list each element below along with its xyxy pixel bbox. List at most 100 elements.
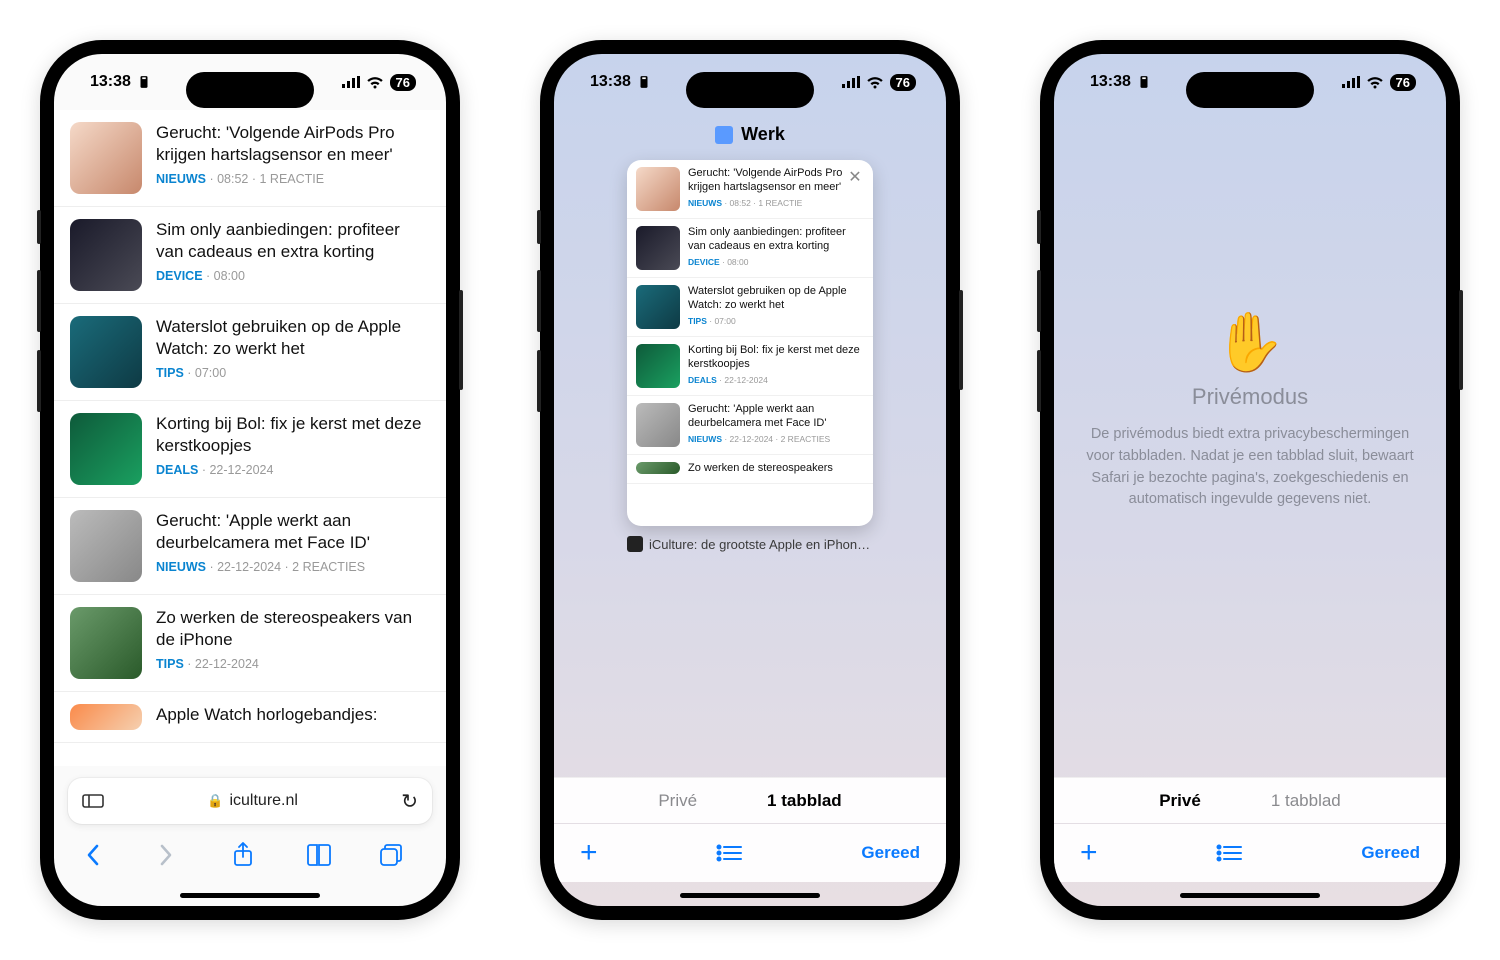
article-thumb [70, 122, 142, 194]
article-thumb [70, 704, 142, 730]
tab-caption: iCulture: de grootste Apple en iPhone... [627, 536, 873, 552]
hand-icon: ✋ [1082, 314, 1418, 372]
article-row[interactable]: Korting bij Bol: fix je kerst met deze k… [54, 401, 446, 498]
article-row[interactable]: Zo werken de stereospeakers van de iPhon… [54, 595, 446, 692]
mini-title: Zo werken de stereospeakers [688, 462, 864, 476]
mini-thumb [636, 344, 680, 388]
favicon [627, 536, 643, 552]
mini-thumb [636, 226, 680, 270]
mini-article-row: Korting bij Bol: fix je kerst met deze k… [627, 337, 873, 396]
article-title: Waterslot gebruiken op de Apple Watch: z… [156, 316, 430, 360]
article-row[interactable]: Gerucht: 'Apple werkt aan deurbelcamera … [54, 498, 446, 595]
mini-article-row: Zo werken de stereospeakers [627, 455, 873, 484]
dynamic-island [186, 72, 314, 108]
new-tab-icon[interactable]: + [1080, 838, 1098, 868]
tab-toolbar: + Gereed [554, 824, 946, 882]
article-title: Korting bij Bol: fix je kerst met deze k… [156, 413, 430, 457]
seg-tabs[interactable]: 1 tabblad [767, 791, 842, 811]
mini-article-row: Waterslot gebruiken op de Apple Watch: z… [627, 278, 873, 337]
focus-icon [137, 75, 151, 89]
seg-private[interactable]: Privé [1159, 791, 1201, 811]
article-thumb [70, 510, 142, 582]
wifi-icon [866, 76, 884, 89]
article-row[interactable]: Apple Watch horlogebandjes: [54, 692, 446, 743]
cellular-icon [1342, 76, 1360, 88]
status-time: 13:38 [590, 73, 631, 91]
article-meta: TIPS · 07:00 [156, 366, 430, 380]
home-indicator[interactable] [680, 893, 820, 898]
article-title: Gerucht: 'Apple werkt aan deurbelcamera … [156, 510, 430, 554]
tab-group-name[interactable]: Werk [554, 124, 946, 145]
article-thumb [70, 607, 142, 679]
done-button[interactable]: Gereed [1361, 843, 1420, 863]
tab-mode-seg: Privé 1 tabblad [1054, 777, 1446, 823]
private-mode-info: ✋ Privémodus De privémodus biedt extra p… [1054, 314, 1446, 511]
mini-title: Gerucht: 'Volgende AirPods Pro krijgen h… [688, 167, 864, 195]
mini-meta: NIEUWS · 22-12-2024 · 2 REACTIES [688, 434, 864, 444]
article-meta: NIEUWS · 22-12-2024 · 2 REACTIES [156, 560, 430, 574]
article-meta: NIEUWS · 08:52 · 1 REACTIE [156, 172, 430, 186]
status-battery: 76 [890, 74, 916, 91]
tab-group-icon [715, 126, 733, 144]
tab-mode-seg: Privé 1 tabblad [554, 777, 946, 823]
status-battery: 76 [1390, 74, 1416, 91]
close-tab-icon[interactable]: ✕ [845, 168, 865, 188]
mini-meta: DEALS · 22-12-2024 [688, 375, 864, 385]
mini-article-row: Gerucht: 'Apple werkt aan deurbelcamera … [627, 396, 873, 455]
mini-thumb [636, 285, 680, 329]
tab-list-icon[interactable] [1216, 844, 1242, 862]
page-settings-icon[interactable] [82, 793, 104, 809]
url-bar[interactable]: 🔒iculture.nl ↻ [68, 778, 432, 824]
article-list[interactable]: Gerucht: 'Volgende AirPods Pro krijgen h… [54, 110, 446, 766]
mini-thumb [636, 403, 680, 447]
article-row[interactable]: Gerucht: 'Volgende AirPods Pro krijgen h… [54, 110, 446, 207]
wifi-icon [1366, 76, 1384, 89]
cellular-icon [842, 76, 860, 88]
tabs-icon[interactable] [379, 843, 415, 867]
article-meta: DEVICE · 08:00 [156, 269, 430, 283]
seg-private[interactable]: Privé [658, 791, 697, 811]
article-thumb [70, 316, 142, 388]
article-meta: DEALS · 22-12-2024 [156, 463, 430, 477]
mini-article-row: Gerucht: 'Volgende AirPods Pro krijgen h… [627, 160, 873, 219]
tab-toolbar: + Gereed [1054, 824, 1446, 882]
phone-3: 13:38 76 ✋ Privémodus De privémodus bied… [1040, 40, 1460, 920]
article-row[interactable]: Sim only aanbiedingen: profiteer van cad… [54, 207, 446, 304]
home-indicator[interactable] [1180, 893, 1320, 898]
tab-list-icon[interactable] [716, 844, 742, 862]
mini-meta: DEVICE · 08:00 [688, 257, 864, 267]
mini-thumb [636, 462, 680, 474]
mini-meta: TIPS · 07:00 [688, 316, 864, 326]
mini-title: Korting bij Bol: fix je kerst met deze k… [688, 344, 864, 372]
done-button[interactable]: Gereed [861, 843, 920, 863]
tab-thumbnail[interactable]: ✕ Gerucht: 'Volgende AirPods Pro krijgen… [627, 160, 873, 526]
focus-icon [1137, 75, 1151, 89]
bookmarks-icon[interactable] [306, 844, 342, 866]
article-thumb [70, 413, 142, 485]
article-title: Apple Watch horlogebandjes: [156, 704, 430, 726]
seg-tabs[interactable]: 1 tabblad [1271, 791, 1341, 811]
article-title: Sim only aanbiedingen: profiteer van cad… [156, 219, 430, 263]
share-icon[interactable] [232, 842, 268, 868]
article-title: Gerucht: 'Volgende AirPods Pro krijgen h… [156, 122, 430, 166]
mini-title: Sim only aanbiedingen: profiteer van cad… [688, 226, 864, 254]
url-text: iculture.nl [229, 792, 297, 810]
phone-1: 13:38 76 Gerucht: 'Volgende AirPods Pro … [40, 40, 460, 920]
cellular-icon [342, 76, 360, 88]
mini-title: Gerucht: 'Apple werkt aan deurbelcamera … [688, 403, 864, 431]
article-meta: TIPS · 22-12-2024 [156, 657, 430, 671]
dynamic-island [1186, 72, 1314, 108]
forward-icon [158, 843, 194, 867]
article-thumb [70, 219, 142, 291]
mini-article-row: Sim only aanbiedingen: profiteer van cad… [627, 219, 873, 278]
status-battery: 76 [390, 74, 416, 91]
status-time: 13:38 [1090, 73, 1131, 91]
new-tab-icon[interactable]: + [580, 838, 598, 868]
back-icon[interactable] [85, 843, 121, 867]
focus-icon [637, 75, 651, 89]
home-indicator[interactable] [180, 893, 320, 898]
phone-2: 13:38 76 Werk ✕ Gerucht: 'Volgende AirPo… [540, 40, 960, 920]
mini-thumb [636, 167, 680, 211]
article-row[interactable]: Waterslot gebruiken op de Apple Watch: z… [54, 304, 446, 401]
reload-icon[interactable]: ↻ [401, 789, 418, 814]
